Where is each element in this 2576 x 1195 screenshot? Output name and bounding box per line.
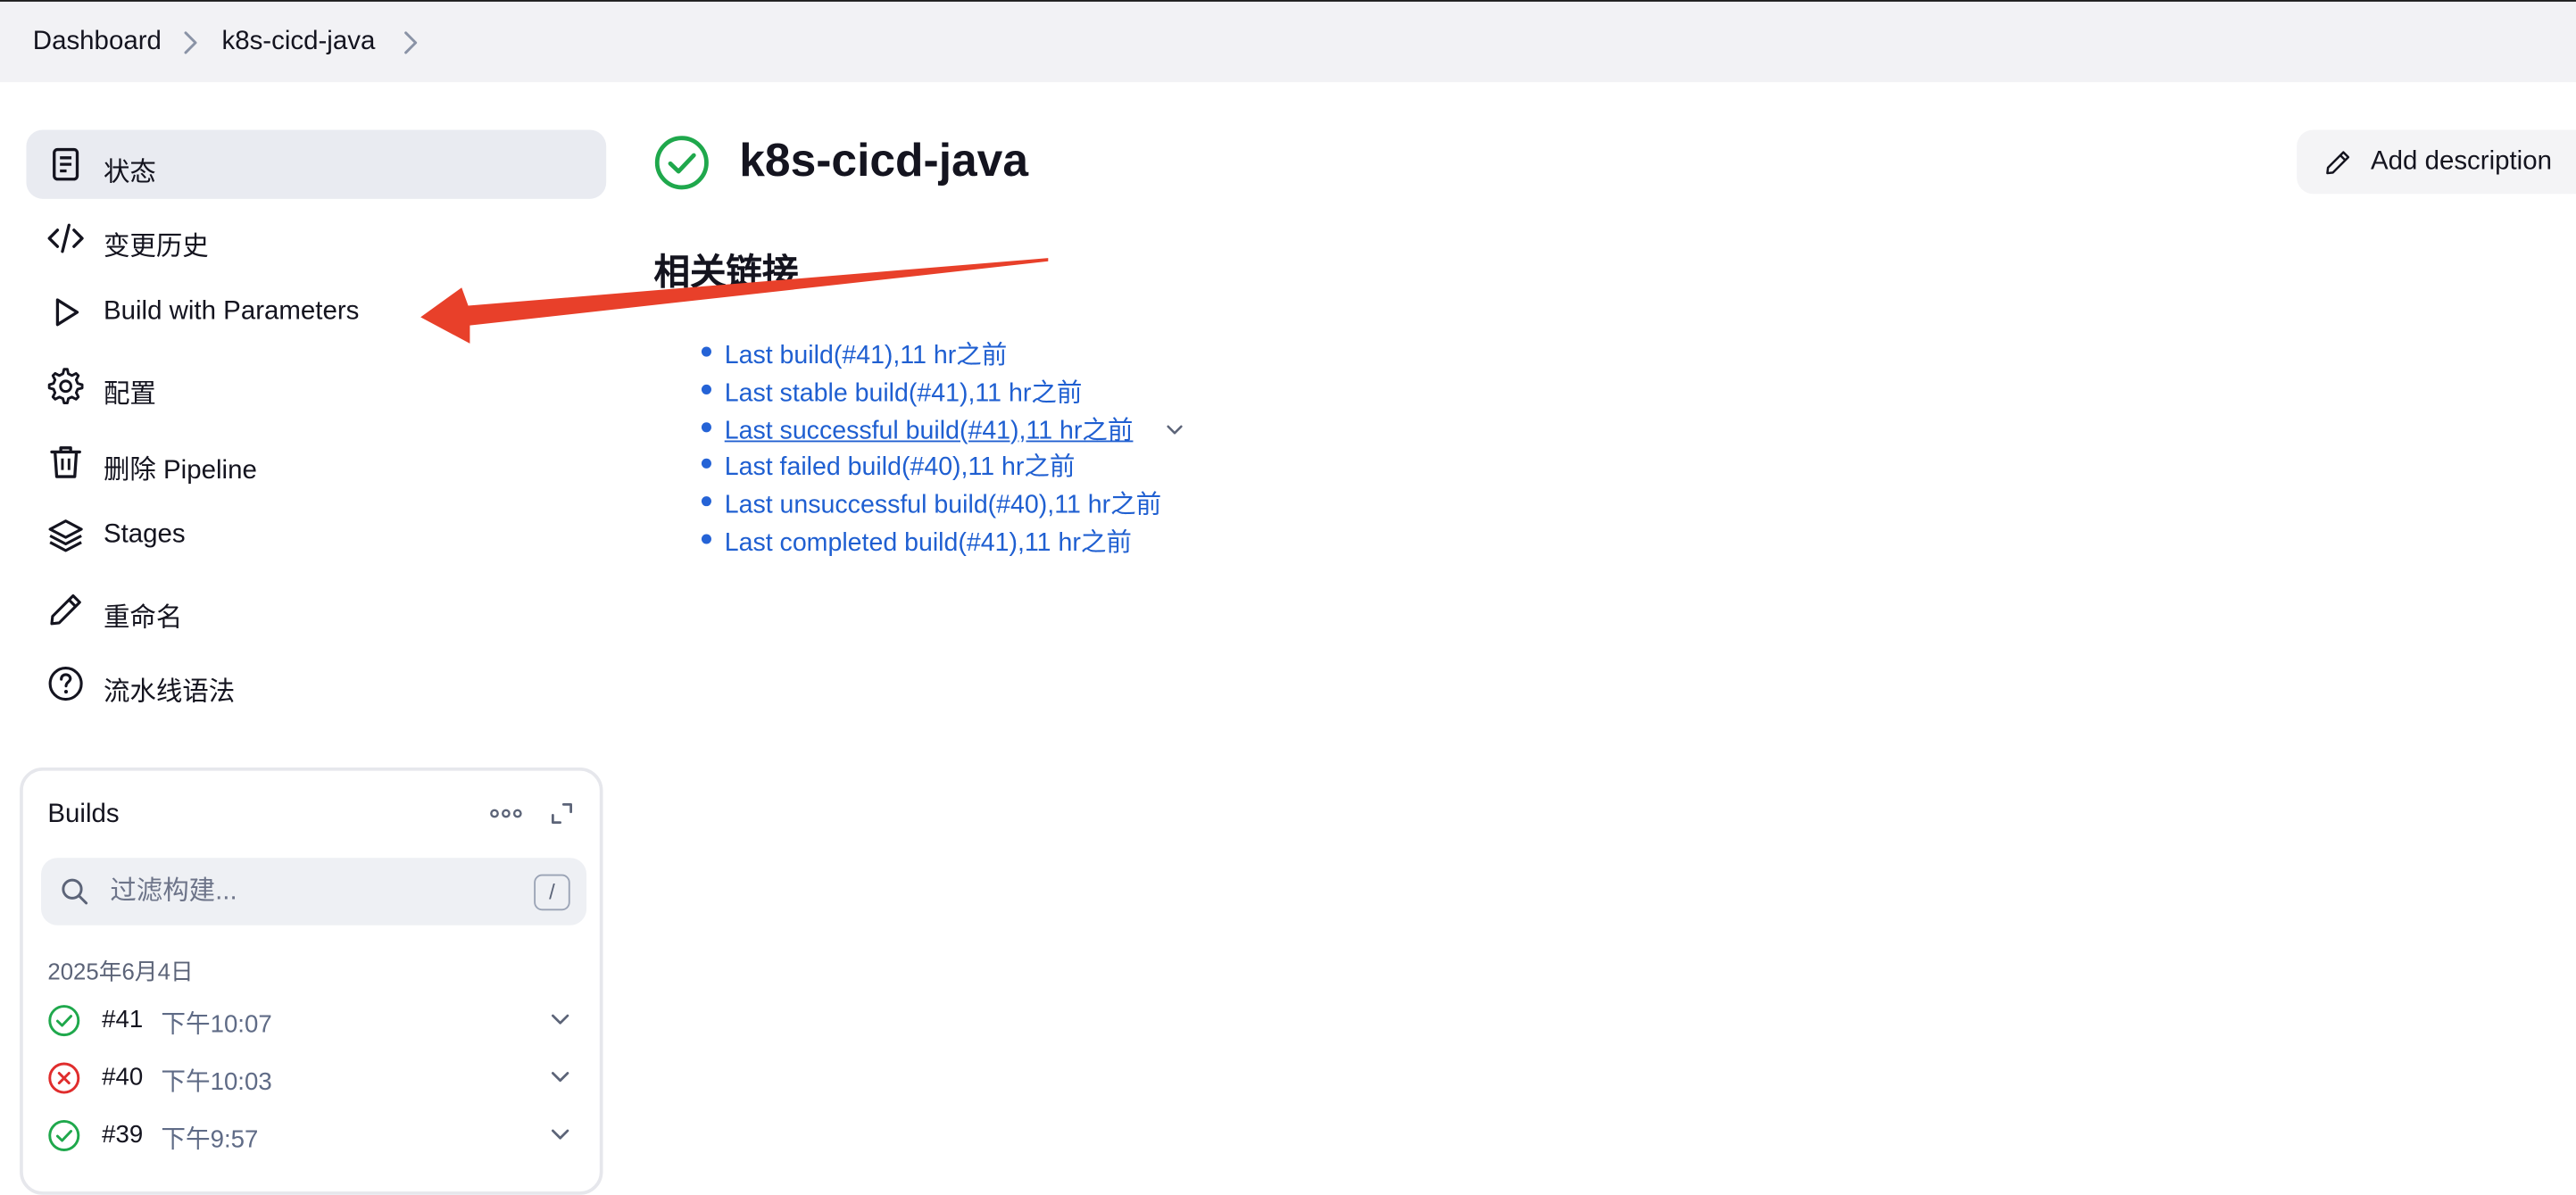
- success-icon: [48, 1005, 80, 1037]
- build-time: 下午10:03: [161, 1067, 272, 1097]
- section-title: 相关链接: [653, 251, 799, 293]
- gear-icon: [47, 368, 84, 405]
- search-icon: [62, 878, 88, 905]
- sidebar-item-pipeline-syntax[interactable]: 流水线语法: [26, 649, 606, 718]
- last-build-link[interactable]: Last build(#41),11 hr之前: [725, 342, 1008, 369]
- layers-icon: [48, 519, 83, 552]
- sidebar-item-delete-pipeline[interactable]: 删除 Pipeline: [26, 427, 606, 496]
- page-title: k8s-cicd-java: [739, 135, 1029, 187]
- related-links-list: Last build(#41),11 hr之前 Last stable buil…: [696, 336, 1183, 560]
- last-unsuccessful-build-link[interactable]: Last unsuccessful build(#40),11 hr之前: [725, 492, 1161, 519]
- list-item: Last completed build(#41),11 hr之前: [696, 523, 1161, 560]
- builds-filter: /: [41, 858, 587, 925]
- more-options-icon[interactable]: [489, 807, 522, 820]
- sidebar-item-label: 变更历史: [103, 233, 209, 261]
- expand-icon[interactable]: [549, 801, 575, 826]
- help-circle-icon: [48, 667, 83, 701]
- top-bar: Dashboard k8s-cicd-java: [0, 0, 2576, 83]
- build-number[interactable]: #40: [102, 1063, 143, 1091]
- sidebar-item-label: Build with Parameters: [103, 297, 360, 326]
- builds-filter-input[interactable]: [106, 872, 525, 913]
- play-icon: [55, 298, 79, 327]
- build-time: 下午10:07: [161, 1010, 272, 1039]
- build-number[interactable]: #41: [102, 1006, 143, 1033]
- chevron-down-icon[interactable]: [545, 1062, 575, 1091]
- build-time: 下午9:57: [161, 1125, 259, 1154]
- chevron-right-icon[interactable]: [401, 29, 420, 55]
- code-icon: [47, 223, 84, 253]
- pencil-icon: [50, 593, 81, 626]
- pencil-icon: [2326, 151, 2350, 175]
- document-icon: [53, 147, 79, 181]
- sidebar-item-changes[interactable]: 变更历史: [26, 203, 606, 272]
- sidebar-item-build-with-parameters[interactable]: Build with Parameters: [26, 278, 606, 346]
- list-item: Last successful build(#41),11 hr之前: [696, 411, 1183, 448]
- trash-icon: [50, 446, 81, 478]
- add-description-button[interactable]: Add description: [2297, 129, 2576, 195]
- sidebar-item-label: 流水线语法: [103, 678, 236, 707]
- build-date-header: 2025年6月4日: [47, 958, 194, 985]
- add-description-label: Add description: [2370, 147, 2552, 177]
- last-failed-build-link[interactable]: Last failed build(#40),11 hr之前: [725, 454, 1076, 482]
- build-row[interactable]: #40 下午10:03: [23, 1052, 600, 1105]
- list-item: Last stable build(#41),11 hr之前: [696, 373, 1161, 411]
- keyboard-shortcut-badge: /: [534, 874, 570, 911]
- chevron-down-icon[interactable]: [545, 1004, 575, 1033]
- build-row[interactable]: #41 下午10:07: [23, 994, 600, 1047]
- build-row[interactable]: #39 下午9:57: [23, 1109, 600, 1162]
- sidebar-item-stages[interactable]: Stages: [26, 502, 606, 570]
- sidebar-item-configure[interactable]: 配置: [26, 352, 606, 420]
- build-number[interactable]: #39: [102, 1121, 143, 1149]
- breadcrumb-dashboard[interactable]: Dashboard: [33, 28, 162, 57]
- list-item: Last build(#41),11 hr之前: [696, 336, 1161, 373]
- sidebar-item-label: 删除 Pipeline: [103, 456, 257, 485]
- sidebar-item-label: 配置: [103, 381, 156, 410]
- breadcrumb-job[interactable]: k8s-cicd-java: [221, 28, 375, 57]
- failure-icon: [48, 1062, 80, 1094]
- success-status-icon: [654, 136, 709, 190]
- sidebar-item-rename[interactable]: 重命名: [26, 576, 606, 644]
- list-item: Last unsuccessful build(#40),11 hr之前: [696, 485, 1161, 523]
- sidebar-item-label: 状态: [103, 159, 156, 187]
- sidebar-item-label: Stages: [103, 520, 186, 550]
- builds-panel: Builds / 2025年6月4日 #41 下午10:07: [20, 767, 603, 1195]
- sidebar-item-status[interactable]: 状态: [26, 129, 607, 199]
- chevron-down-icon[interactable]: [1161, 415, 1187, 441]
- builds-title: Builds: [47, 800, 120, 829]
- last-successful-build-link[interactable]: Last successful build(#41),11 hr之前: [725, 417, 1134, 444]
- last-completed-build-link[interactable]: Last completed build(#41),11 hr之前: [725, 529, 1132, 557]
- sidebar-item-label: 重命名: [103, 604, 183, 633]
- last-stable-build-link[interactable]: Last stable build(#41),11 hr之前: [725, 379, 1083, 407]
- chevron-down-icon[interactable]: [545, 1119, 575, 1149]
- list-item: Last failed build(#40),11 hr之前: [696, 448, 1161, 485]
- success-icon: [48, 1119, 80, 1151]
- chevron-right-icon: [184, 31, 197, 54]
